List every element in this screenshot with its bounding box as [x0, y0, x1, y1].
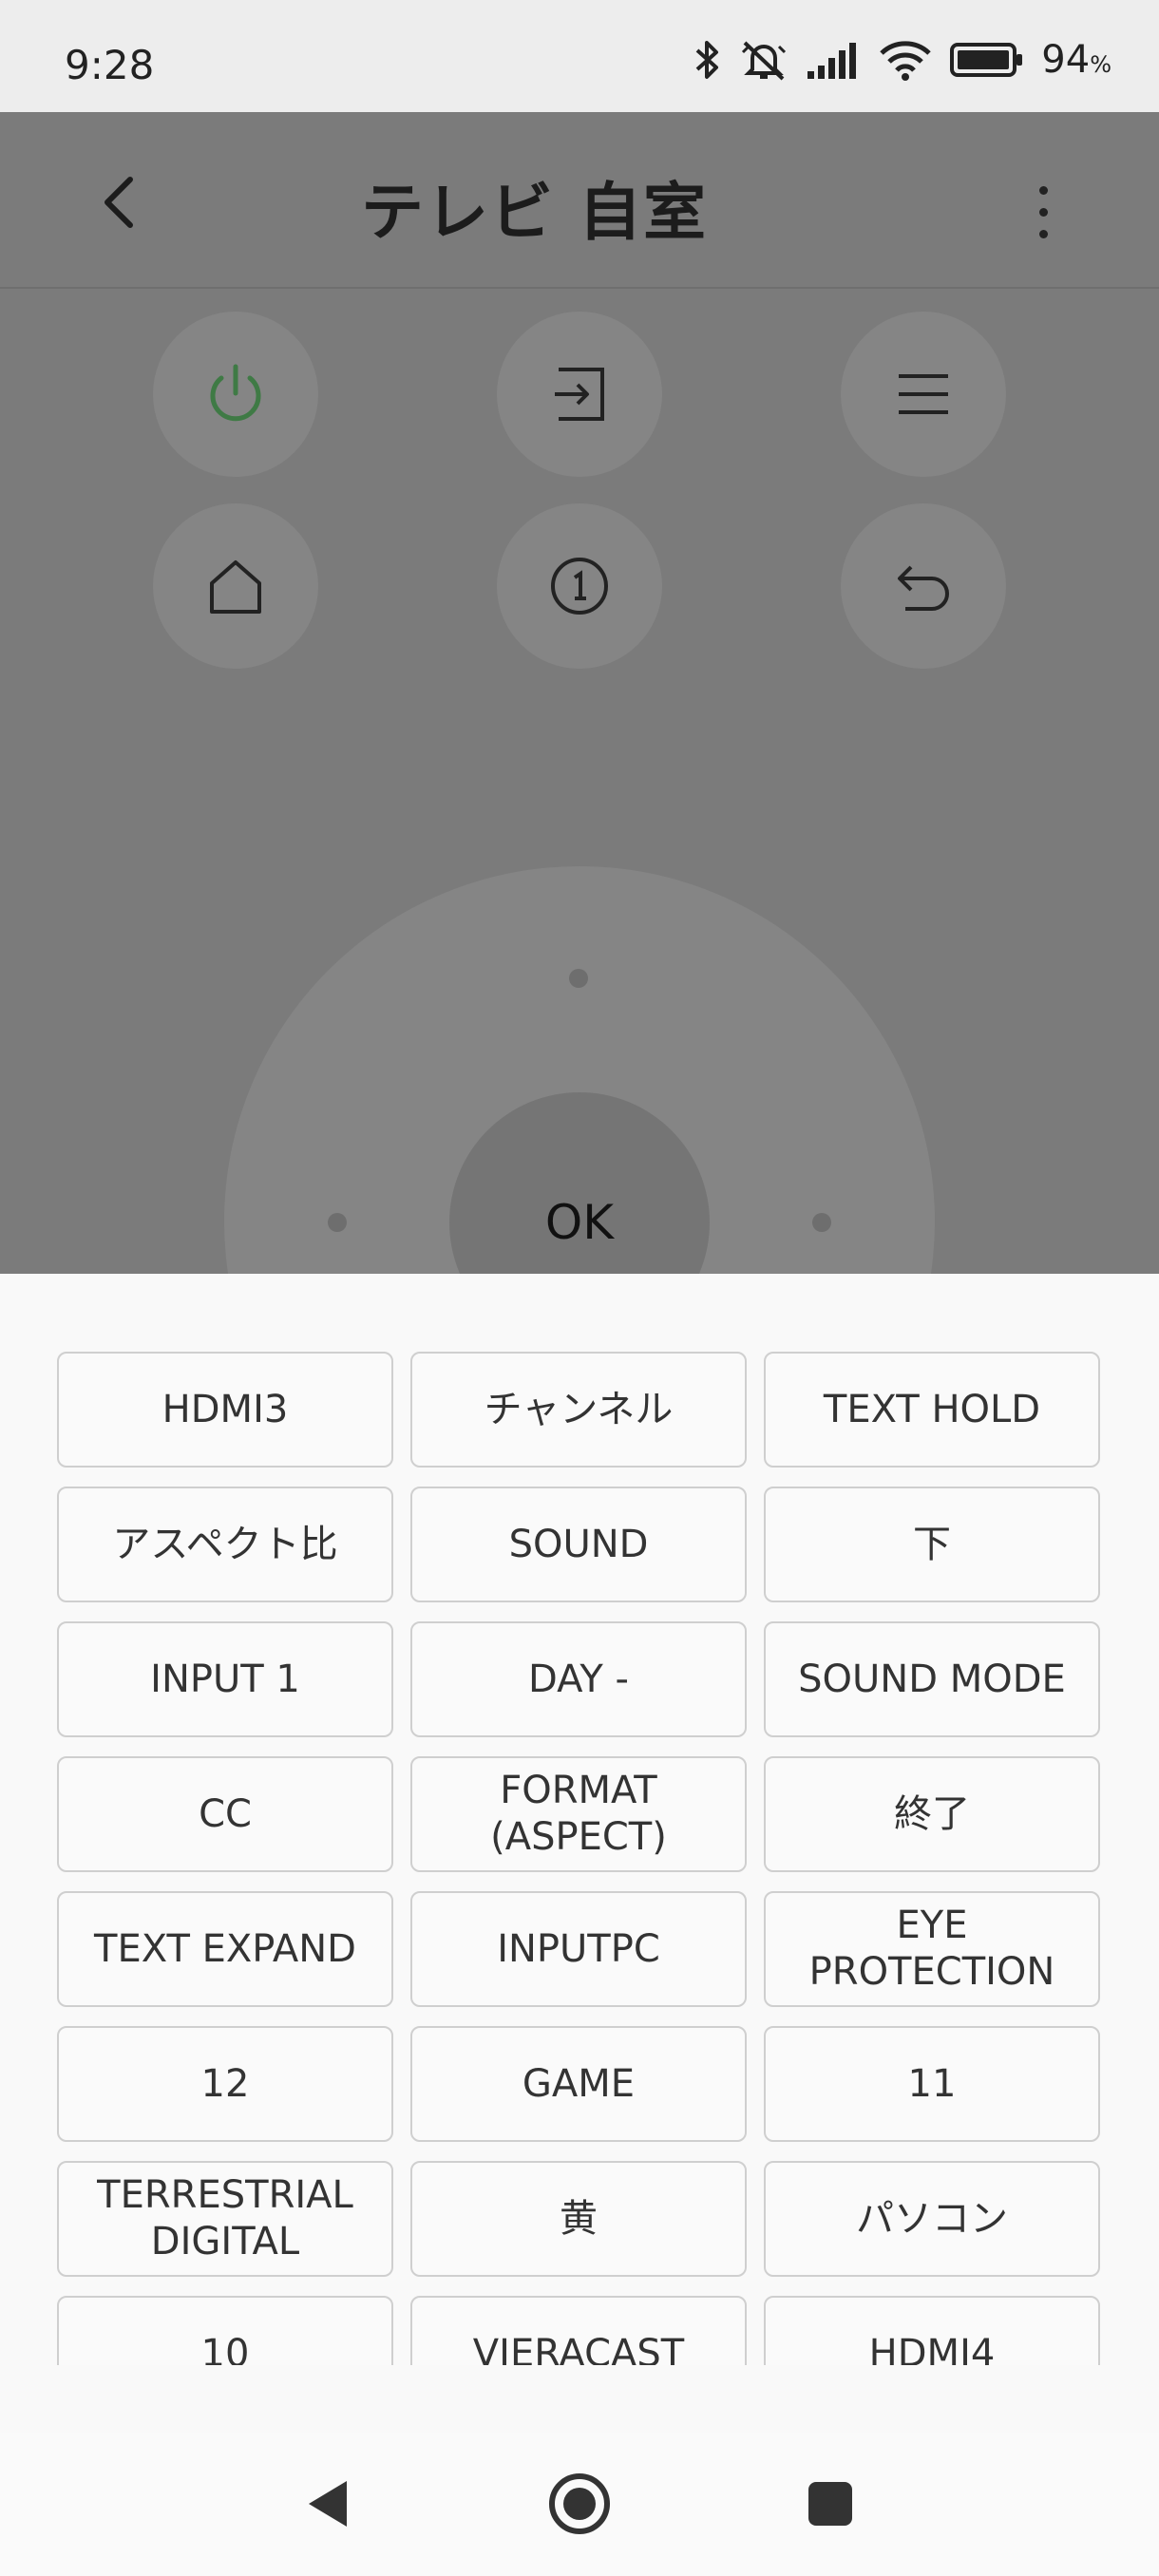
status-time: 9:28 — [65, 42, 155, 88]
more-dot-icon — [1038, 229, 1048, 238]
bluetooth-icon — [695, 41, 719, 79]
dpad-up-dot[interactable] — [569, 969, 588, 988]
dpad-right-dot[interactable] — [812, 1213, 831, 1232]
command-button[interactable]: SOUND MODE — [764, 1621, 1100, 1737]
command-button[interactable]: TEXT EXPAND — [57, 1891, 393, 2007]
status-bar: 9:28 94% — [0, 0, 1159, 112]
menu-icon — [899, 374, 948, 414]
command-button[interactable]: 下 — [764, 1487, 1100, 1602]
chevron-left-icon — [104, 177, 133, 228]
nav-recents-button[interactable] — [788, 2461, 873, 2547]
battery-percent: 94% — [1041, 38, 1112, 82]
muted-bell-icon — [742, 41, 787, 81]
info-one-icon — [551, 558, 608, 615]
nav-home-icon — [549, 2473, 610, 2534]
commands-bottom-sheet: HDMI3 チャンネル TEXT HOLD アスペクト比 SOUND 下 INPUT 1 DA… — [0, 1274, 1159, 2433]
command-button[interactable]: 10 — [57, 2296, 393, 2365]
command-button[interactable]: INPUT 1 — [57, 1621, 393, 1737]
command-button[interactable]: 黄 — [410, 2161, 747, 2277]
command-button[interactable]: チャンネル — [410, 1352, 747, 1468]
commands-grid[interactable]: HDMI3 チャンネル TEXT HOLD アスペクト比 SOUND 下 INPUT 1 DA… — [57, 1352, 1102, 2365]
command-button[interactable]: HDMI4 — [764, 2296, 1100, 2365]
nav-back-icon — [309, 2481, 347, 2527]
input-icon — [555, 368, 604, 421]
command-button[interactable]: DAY - — [410, 1621, 747, 1737]
page-title: テレビ 自室 — [361, 176, 708, 249]
command-button[interactable]: 終了 — [764, 1756, 1100, 1872]
return-button[interactable] — [841, 503, 1006, 669]
system-nav-bar — [0, 2433, 1159, 2576]
command-button[interactable]: HDMI3 — [57, 1352, 393, 1468]
command-button[interactable]: TEXT HOLD — [764, 1352, 1100, 1468]
app-header: テレビ 自室 — [0, 112, 1159, 289]
commands-grid-inner: HDMI3 チャンネル TEXT HOLD アスペクト比 SOUND 下 INPUT 1 DA… — [57, 1352, 1102, 2365]
command-button[interactable]: FORMAT (ASPECT) — [410, 1756, 747, 1872]
menu-button[interactable] — [841, 312, 1006, 477]
info-button[interactable] — [497, 503, 662, 669]
power-button[interactable] — [153, 312, 318, 477]
return-icon — [898, 565, 949, 611]
dpad-left-dot[interactable] — [328, 1213, 347, 1232]
more-dot-icon — [1038, 207, 1048, 217]
wifi-icon — [880, 41, 932, 81]
command-button[interactable]: アスペクト比 — [57, 1487, 393, 1602]
command-button[interactable]: パソコン — [764, 2161, 1100, 2277]
command-button[interactable]: VIERACAST — [410, 2296, 747, 2365]
command-button[interactable]: INPUTPC — [410, 1891, 747, 2007]
command-button[interactable]: 11 — [764, 2026, 1100, 2142]
input-button[interactable] — [497, 312, 662, 477]
battery-icon — [950, 43, 1023, 77]
home-icon — [210, 560, 261, 614]
home-button[interactable] — [153, 503, 318, 669]
power-icon — [210, 364, 261, 422]
nav-back-button[interactable] — [285, 2461, 370, 2547]
command-button[interactable]: CC — [57, 1756, 393, 1872]
nav-home-button[interactable] — [537, 2461, 622, 2547]
command-button[interactable]: SOUND — [410, 1487, 747, 1602]
command-button[interactable]: 12 — [57, 2026, 393, 2142]
signal-icon — [808, 43, 857, 79]
nav-recents-icon — [808, 2482, 852, 2526]
more-options-button[interactable] — [1024, 169, 1062, 255]
command-button[interactable]: TERRESTRIAL DIGITAL — [57, 2161, 393, 2277]
command-button[interactable]: GAME — [410, 2026, 747, 2142]
command-button[interactable]: EYE PROTECTION — [764, 1891, 1100, 2007]
more-dot-icon — [1038, 185, 1048, 195]
status-icons: 94% — [694, 36, 1112, 84]
remote-control-screen: テレビ 自室 OK — [0, 112, 1159, 1274]
back-button[interactable] — [90, 164, 147, 240]
